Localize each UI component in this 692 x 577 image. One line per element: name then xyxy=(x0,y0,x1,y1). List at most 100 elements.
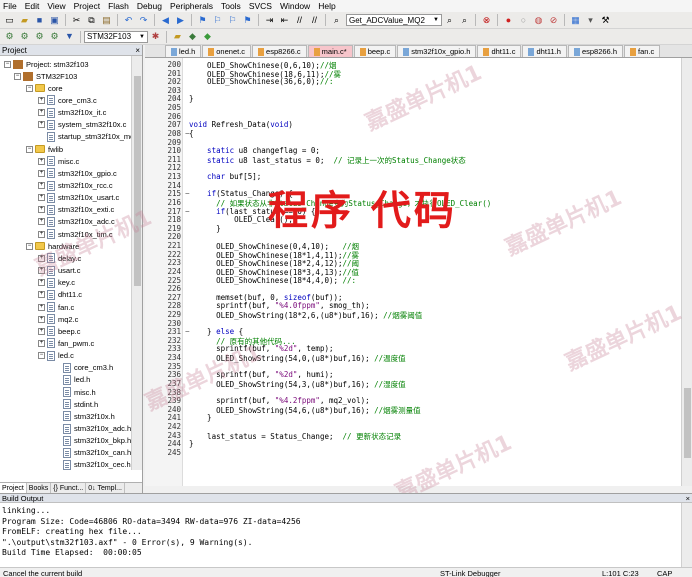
manage-rte-icon[interactable]: ◆ xyxy=(202,31,214,43)
expand-toggle-icon[interactable]: + xyxy=(38,157,45,165)
download-icon[interactable]: ▼ xyxy=(64,31,76,43)
manage-project-icon[interactable]: ▰ xyxy=(172,31,184,43)
comment-icon[interactable]: // xyxy=(294,14,306,26)
redo-icon[interactable]: ↷ xyxy=(138,14,150,26)
tree-node[interactable]: core_cm3.h xyxy=(54,362,113,374)
tree-node[interactable]: + usart.c xyxy=(38,265,81,277)
expand-toggle-icon[interactable]: − xyxy=(14,72,21,80)
build-output-scrollbar[interactable] xyxy=(681,503,692,567)
project-tab-1[interactable]: Books xyxy=(27,483,52,493)
expand-toggle-icon[interactable]: + xyxy=(38,327,45,335)
menu-item-tools[interactable]: Tools xyxy=(221,1,241,11)
tree-node[interactable]: + stm32f10x_usart.c xyxy=(38,192,119,204)
tree-node[interactable]: stm32f10x.h xyxy=(54,410,115,422)
expand-toggle-icon[interactable]: − xyxy=(26,242,33,250)
breakpoint-kill-icon[interactable]: ⊘ xyxy=(548,14,560,26)
breakpoint-icon[interactable]: ● xyxy=(503,14,515,26)
tree-node[interactable]: − hardware xyxy=(26,240,79,252)
editor-tab[interactable]: esp8266.c xyxy=(252,45,307,57)
editor-tab[interactable]: esp8266.h xyxy=(567,45,623,57)
bookmark-next-icon[interactable]: ⚐ xyxy=(227,14,239,26)
save-all-icon[interactable]: ▣ xyxy=(49,14,61,26)
copy-icon[interactable]: ⧉ xyxy=(86,14,98,26)
tree-node[interactable]: + system_stm32f10x.c xyxy=(38,119,126,131)
editor-tab[interactable]: dht11.h xyxy=(522,45,567,57)
window-layout-icon[interactable]: ▦ xyxy=(570,14,582,26)
tree-node[interactable]: + misc.c xyxy=(38,155,79,167)
tree-node[interactable]: + stm32f10x_adc.c xyxy=(38,216,115,228)
bookmark-icon[interactable]: ⚑ xyxy=(197,14,209,26)
tree-node[interactable]: + key.c xyxy=(38,277,75,289)
expand-toggle-icon[interactable]: + xyxy=(38,230,45,238)
tree-node[interactable]: stm32f10x_adc.h xyxy=(54,423,131,435)
project-tab-0[interactable]: Project xyxy=(0,483,27,493)
expand-toggle-icon[interactable]: + xyxy=(38,339,45,347)
open-folder-icon[interactable]: ▰ xyxy=(19,14,31,26)
menu-item-flash[interactable]: Flash xyxy=(108,1,129,11)
tree-node[interactable]: − core xyxy=(26,82,63,94)
expand-toggle-icon[interactable]: + xyxy=(38,109,45,117)
tree-node[interactable]: + beep.c xyxy=(38,325,81,337)
editor-scrollbar[interactable] xyxy=(681,58,692,486)
tree-node[interactable]: led.h xyxy=(54,374,90,386)
expand-toggle-icon[interactable]: + xyxy=(38,206,45,214)
tree-node[interactable]: − led.c xyxy=(38,350,74,362)
expand-toggle-icon[interactable]: + xyxy=(38,315,45,323)
tree-node[interactable]: + mq2.c xyxy=(38,313,78,325)
tree-node[interactable]: + stm32f10x_tim.c xyxy=(38,228,113,240)
editor-tab[interactable]: main.c* xyxy=(307,45,353,57)
tree-node[interactable]: − STM32F103 xyxy=(14,70,77,82)
tree-node[interactable]: + core_cm3.c xyxy=(38,94,97,106)
rebuild-icon[interactable]: ⚙ xyxy=(34,31,46,43)
indent-icon[interactable]: ⇥ xyxy=(264,14,276,26)
tools-icon[interactable]: ⚒ xyxy=(600,14,612,26)
menu-item-debug[interactable]: Debug xyxy=(137,1,162,11)
find-in-files-icon[interactable]: ⌕ xyxy=(331,14,343,26)
expand-toggle-icon[interactable]: − xyxy=(26,84,33,92)
tree-node[interactable]: + delay.c xyxy=(38,252,81,264)
menu-item-project[interactable]: Project xyxy=(74,1,100,11)
tree-node[interactable]: + fan.c xyxy=(38,301,74,313)
save-icon[interactable]: ■ xyxy=(34,14,46,26)
bookmark-clear-icon[interactable]: ⚑ xyxy=(242,14,254,26)
expand-toggle-icon[interactable]: + xyxy=(38,279,45,287)
expand-toggle-icon[interactable]: − xyxy=(26,145,33,153)
menu-item-help[interactable]: Help xyxy=(318,1,335,11)
tree-node[interactable]: + stm32f10x_rcc.c xyxy=(38,180,113,192)
menu-item-file[interactable]: File xyxy=(3,1,17,11)
project-scrollbar[interactable] xyxy=(131,56,142,470)
tree-node[interactable]: misc.h xyxy=(54,386,96,398)
tree-node[interactable]: + stm32f10x_it.c xyxy=(38,107,106,119)
expand-toggle-icon[interactable]: + xyxy=(38,303,45,311)
paste-icon[interactable]: ▤ xyxy=(101,14,113,26)
new-file-icon[interactable]: ▭ xyxy=(4,14,16,26)
expand-toggle-icon[interactable]: + xyxy=(38,96,45,104)
incremental-find-icon[interactable]: ⌕ xyxy=(459,14,471,26)
project-tab-2[interactable]: {} Funct... xyxy=(51,483,87,493)
uncomment-icon[interactable]: // xyxy=(309,14,321,26)
tree-node[interactable]: stm32f10x_can.h xyxy=(54,447,131,459)
menu-item-svcs[interactable]: SVCS xyxy=(249,1,272,11)
cut-icon[interactable]: ✂ xyxy=(71,14,83,26)
menu-item-peripherals[interactable]: Peripherals xyxy=(170,1,213,11)
expand-toggle-icon[interactable]: − xyxy=(4,60,11,68)
editor-tab[interactable]: fan.c xyxy=(624,45,661,57)
expand-toggle-icon[interactable]: + xyxy=(38,218,45,226)
tree-node[interactable]: stm32f10x_cec.h xyxy=(54,459,131,470)
tree-node[interactable]: startup_stm32f10x_md.s xyxy=(38,131,132,143)
compile-icon[interactable]: ⚙ xyxy=(4,31,16,43)
breakpoint-clear-icon[interactable]: ◍ xyxy=(533,14,545,26)
tree-node[interactable]: + stm32f10x_exti.c xyxy=(38,204,114,216)
tree-node[interactable]: − fwlib xyxy=(26,143,63,155)
tree-node[interactable]: stdint.h xyxy=(54,398,98,410)
expand-toggle-icon[interactable]: + xyxy=(38,121,45,129)
menu-item-edit[interactable]: Edit xyxy=(25,1,40,11)
menu-item-view[interactable]: View xyxy=(47,1,65,11)
editor-tab[interactable]: beep.c xyxy=(353,45,397,57)
expand-toggle-icon[interactable]: + xyxy=(38,254,45,262)
undo-icon[interactable]: ↶ xyxy=(123,14,135,26)
expand-toggle-icon[interactable]: + xyxy=(38,169,45,177)
target-options-icon[interactable]: ✱ xyxy=(150,31,162,43)
editor-tab[interactable]: led.h xyxy=(165,45,202,57)
editor-tab[interactable]: stm32f10x_gpio.h xyxy=(397,45,477,57)
